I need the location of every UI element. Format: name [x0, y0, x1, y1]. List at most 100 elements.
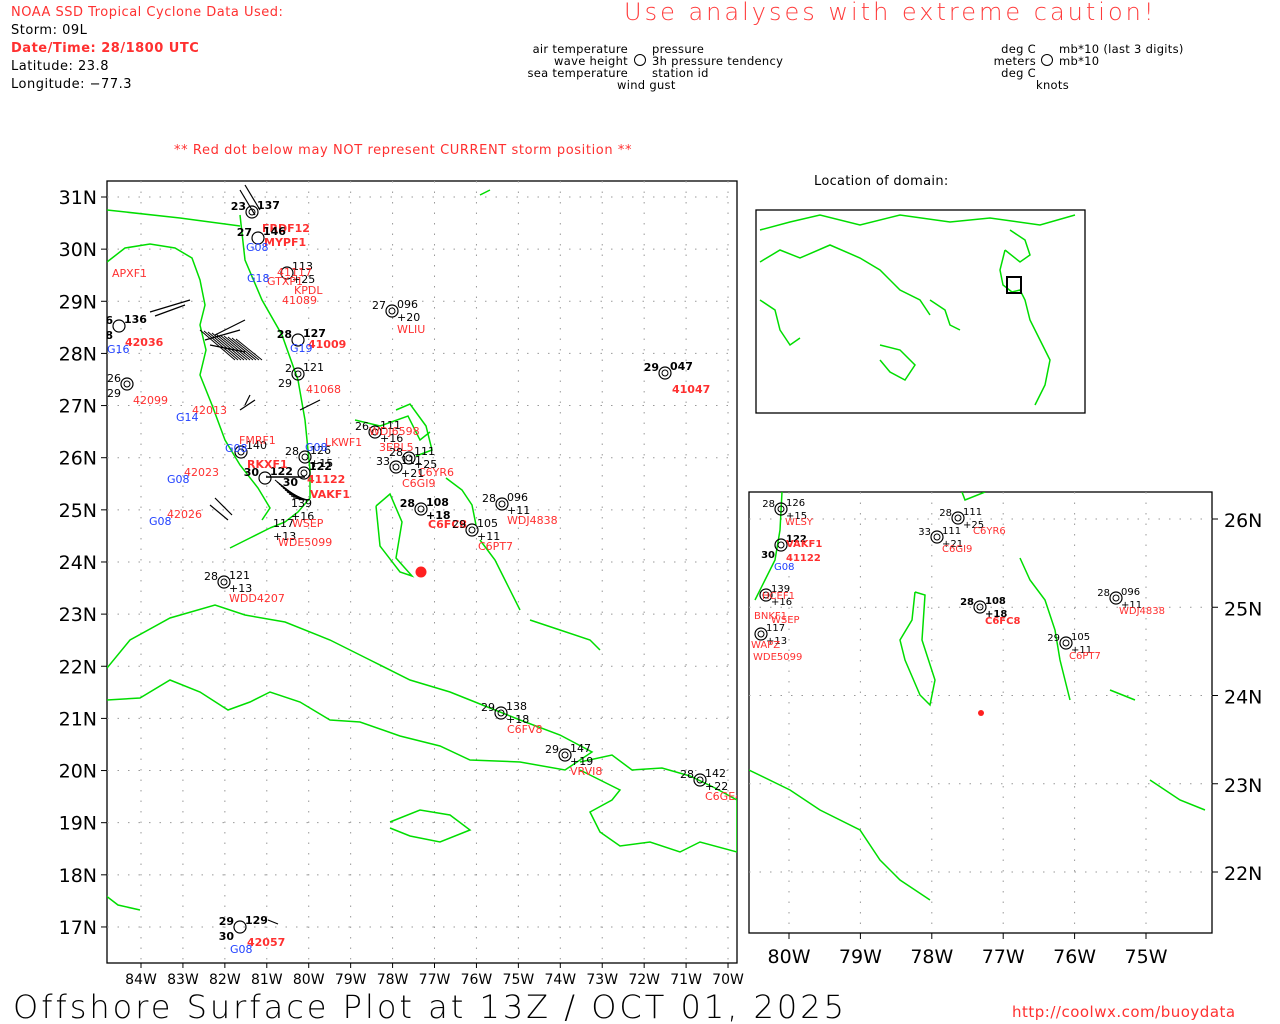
station-id: C6GI9	[942, 544, 972, 555]
station-id: 42057	[247, 936, 285, 949]
air-temperature: 29	[481, 701, 495, 714]
station-id: MYPF1	[264, 236, 306, 249]
station-id: C6FC8	[985, 616, 1020, 627]
pressure: 142	[705, 767, 726, 780]
sea-temperature: 30	[219, 930, 235, 943]
satellite-label: G08	[246, 241, 269, 254]
pressure: 136	[124, 313, 147, 326]
air-temperature: 28	[939, 508, 952, 519]
lat-tick-label: 24N	[1224, 687, 1262, 709]
air-temperature: 28	[285, 445, 299, 458]
station-id: 41122	[307, 473, 345, 486]
lat-tick-label: 26N	[1224, 510, 1262, 532]
satellite-label: G14	[176, 411, 199, 424]
lon-tick-label: 82W	[209, 972, 241, 988]
lon-tick-label: 84W	[125, 972, 157, 988]
pressure: 096	[507, 491, 528, 504]
satellite-label: G18	[247, 272, 270, 285]
lat-tick-label: 23N	[59, 604, 97, 626]
lon-tick-label: 70W	[712, 972, 744, 988]
sea-temperature: 29	[278, 377, 292, 390]
station-id: WLIU	[397, 323, 425, 336]
satellite-label: G19	[290, 342, 313, 355]
station-id: 42036	[125, 336, 164, 349]
lon-tick-label: 77W	[419, 972, 451, 988]
lon-tick-label: 72W	[628, 972, 660, 988]
air-temperature: 29	[1047, 633, 1060, 644]
station-id: C6PT7	[478, 540, 513, 553]
station-id: VAKF1	[310, 488, 350, 501]
storm-position-dot	[415, 566, 427, 578]
station-id: WDE5099	[278, 536, 332, 549]
lat-tick-label: 31N	[59, 187, 97, 209]
lon-tick-label: 76W	[1053, 946, 1096, 968]
sea-temperature: 28	[98, 329, 113, 342]
lat-tick-label: 24N	[59, 552, 97, 574]
lon-tick-label: 81W	[251, 972, 283, 988]
air-temperature: 29	[644, 361, 659, 374]
air-temperature: 27	[237, 226, 252, 239]
lat-tick-label: 26N	[59, 448, 97, 470]
air-temperature: 28	[277, 328, 292, 341]
storm-position-dot	[978, 710, 984, 716]
station-id: 41068	[306, 383, 341, 396]
lat-tick-label: 20N	[59, 761, 97, 783]
station-id: C6PT7	[1069, 651, 1101, 662]
station-id: HCEF1	[762, 591, 795, 602]
pressure: 105	[1071, 632, 1090, 643]
pressure: 121	[303, 361, 324, 374]
lon-tick-label: 75W	[1125, 946, 1168, 968]
lat-tick-label: 22N	[1224, 863, 1262, 885]
lon-tick-label: 79W	[335, 972, 367, 988]
lat-tick-label: 22N	[59, 656, 97, 678]
air-temperature: 33	[918, 527, 931, 538]
pressure: 129	[245, 914, 268, 927]
lat-tick-label: 23N	[1224, 775, 1262, 797]
station-id: VAKF1	[786, 539, 822, 550]
lon-tick-label: 75W	[503, 972, 535, 988]
lat-tick-label: 25N	[1224, 598, 1262, 620]
pressure: 137	[257, 199, 280, 212]
lon-tick-label: 76W	[461, 972, 493, 988]
source-url-link[interactable]: http://coolwx.com/buoydata	[1012, 1003, 1236, 1021]
lat-tick-label: 30N	[59, 239, 97, 261]
pressure: 126	[786, 498, 805, 509]
pressure: 122	[309, 460, 332, 473]
station-id: APXF1	[112, 267, 147, 280]
lat-tick-label: 21N	[59, 708, 97, 730]
lat-tick-label: 29N	[59, 291, 97, 313]
plot-title: Offshore Surface Plot at 13Z / OCT 01, 2…	[13, 988, 847, 1024]
pressure: 121	[229, 569, 250, 582]
lon-tick-label: 80W	[293, 972, 325, 988]
satellite-label: G08	[230, 943, 253, 956]
air-temperature: 23	[231, 200, 246, 213]
air-temperature: 28	[204, 570, 218, 583]
station-id: WLSY	[785, 517, 814, 528]
air-temperature: 26	[107, 372, 121, 385]
air-temperature: 29	[452, 518, 466, 531]
pressure: 047	[670, 360, 693, 373]
pressure: 108	[426, 496, 449, 509]
satellite-label: G16	[107, 343, 130, 356]
air-temperature: 28	[1097, 588, 1110, 599]
station-APXF1: APXF1	[112, 267, 147, 280]
station-id: LKWF1	[325, 436, 362, 449]
station-id: WSEP	[292, 517, 324, 530]
lon-tick-label: 78W	[910, 946, 953, 968]
pressure: 105	[477, 517, 498, 530]
pressure: 139	[291, 497, 312, 510]
lat-tick-label: 17N	[59, 917, 97, 939]
lon-tick-label: 80W	[768, 946, 811, 968]
air-temperature: 26	[355, 420, 369, 433]
air-temperature: 28	[482, 492, 496, 505]
pressure: 111	[963, 507, 982, 518]
lon-tick-label: 79W	[839, 946, 882, 968]
station-id: WDJ4838	[1119, 606, 1165, 617]
station-id: WAPZ	[751, 640, 780, 651]
station-id: WDE5099	[753, 652, 802, 663]
station-41089: 41089	[282, 294, 317, 307]
air-temperature: 28	[960, 597, 974, 608]
station-id: C6YR6	[973, 526, 1006, 537]
air-temperature: 29	[545, 743, 559, 756]
station-id: WDD4207	[229, 592, 285, 605]
